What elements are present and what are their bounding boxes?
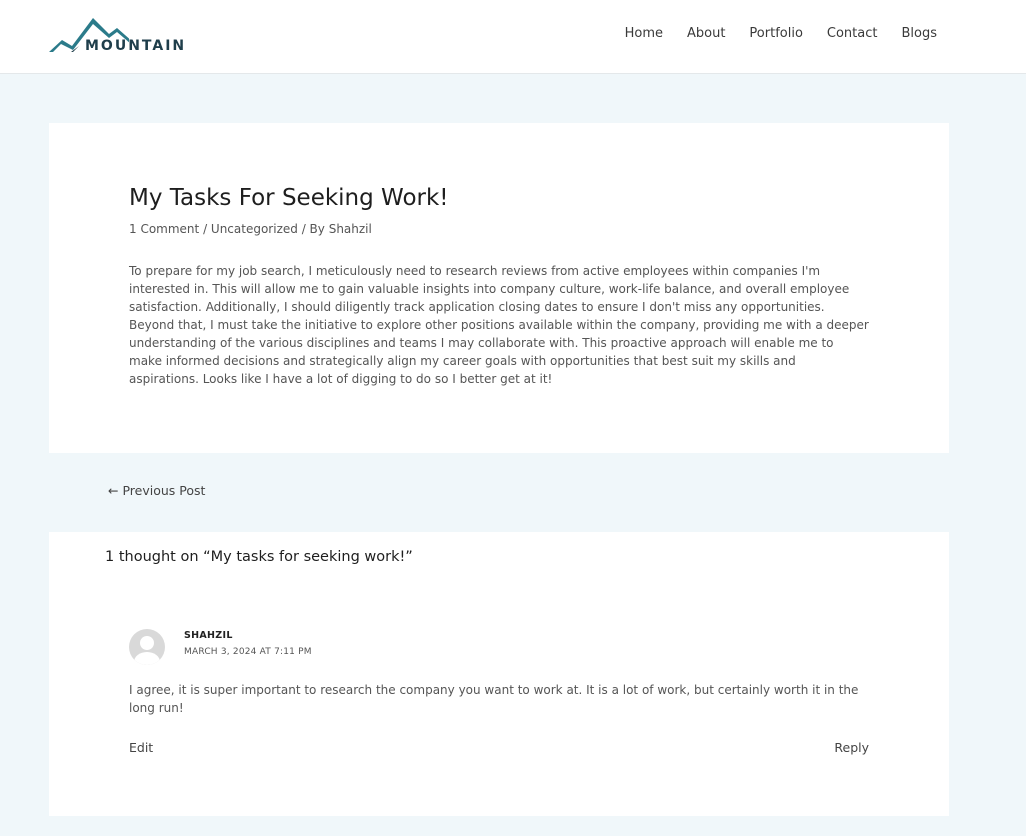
- meta-separator: /: [199, 222, 211, 236]
- comment-date[interactable]: MARCH 3, 2024 AT 7:11 PM: [184, 647, 312, 657]
- nav-portfolio[interactable]: Portfolio: [749, 26, 802, 41]
- edit-comment-link[interactable]: Edit: [129, 740, 153, 755]
- comments-section: 1 thought on “My tasks for seeking work!…: [49, 532, 949, 816]
- site-logo[interactable]: MOUNTAIN: [49, 16, 189, 56]
- nav-about[interactable]: About: [687, 26, 725, 41]
- previous-post-link[interactable]: ← Previous Post: [108, 483, 205, 498]
- main-nav: Home About Portfolio Contact Blogs: [625, 26, 937, 41]
- comment-author: SHAHZIL: [184, 630, 233, 641]
- author-link[interactable]: Shahzil: [329, 222, 372, 236]
- post-meta: 1 Comment / Uncategorized / By Shahzil: [129, 222, 372, 236]
- nav-home[interactable]: Home: [625, 26, 663, 41]
- post-body: To prepare for my job search, I meticulo…: [129, 264, 869, 386]
- post-title: My Tasks For Seeking Work!: [129, 185, 449, 211]
- reply-link[interactable]: Reply: [834, 740, 869, 755]
- category-link[interactable]: Uncategorized: [211, 222, 298, 236]
- avatar: [129, 629, 165, 665]
- meta-by: / By: [297, 222, 329, 236]
- logo-text: MOUNTAIN: [85, 38, 187, 54]
- comment-text: I agree, it is super important to resear…: [129, 683, 859, 715]
- comments-title: 1 thought on “My tasks for seeking work!…: [105, 549, 413, 565]
- article-card: My Tasks For Seeking Work! 1 Comment / U…: [49, 123, 949, 453]
- site-header: MOUNTAIN Home About Portfolio Contact Bl…: [0, 0, 1026, 74]
- nav-contact[interactable]: Contact: [827, 26, 878, 41]
- user-avatar-icon: [134, 636, 160, 665]
- comments-count-link[interactable]: 1 Comment: [129, 222, 199, 236]
- nav-blogs[interactable]: Blogs: [901, 26, 937, 41]
